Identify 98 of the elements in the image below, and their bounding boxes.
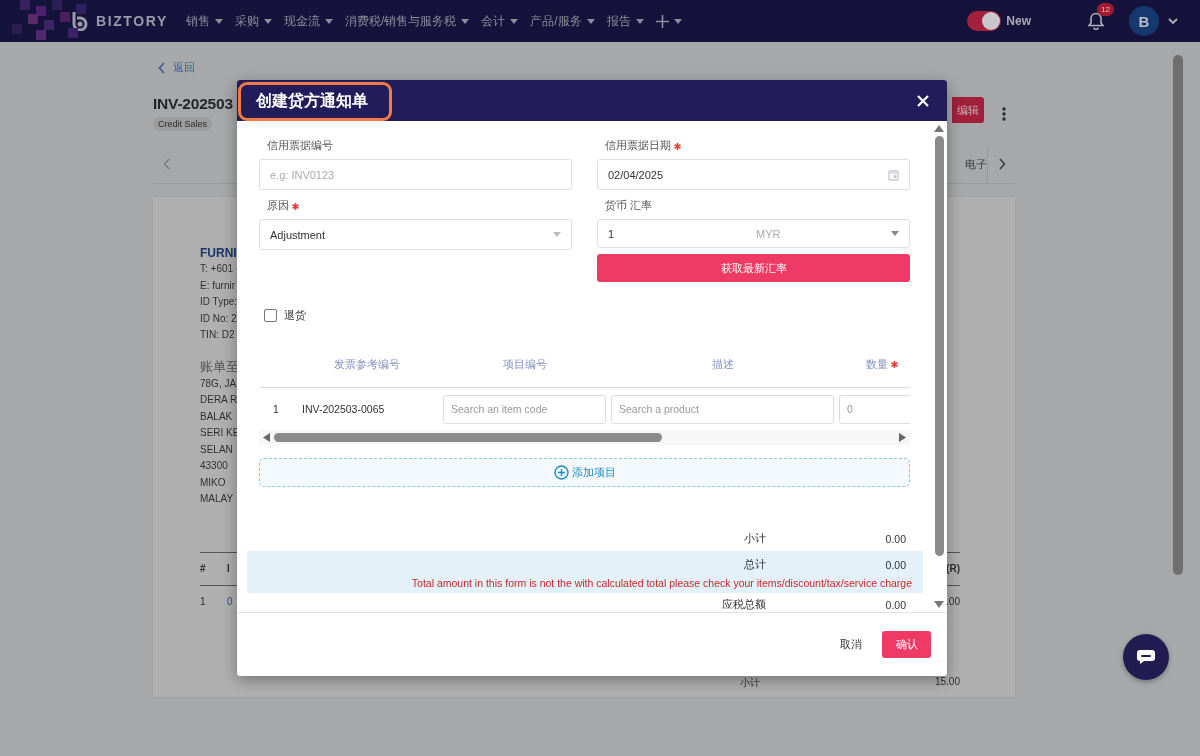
caret-icon — [263, 18, 272, 24]
address-line: SELAN — [200, 442, 233, 457]
chat-icon — [1136, 649, 1156, 665]
field-label: 信用票据编号 — [267, 139, 333, 153]
taxable-total-label: 应税总额 — [721, 598, 766, 612]
table-cell-text: INV-202503-0065 — [301, 403, 386, 415]
address-line: MIKO — [200, 475, 226, 490]
caret-icon — [586, 18, 595, 24]
total-label: 总计 — [743, 558, 766, 572]
chevron-right-icon — [997, 158, 1006, 170]
subtotal-label: 小计 — [739, 675, 760, 690]
subtotal-value: 15.00 — [934, 675, 960, 689]
more-options-icon[interactable] — [1002, 107, 1006, 121]
address-line: BALAK — [200, 409, 233, 424]
menu-item[interactable]: 销售 — [185, 12, 223, 30]
close-icon[interactable] — [917, 94, 929, 107]
user-avatar[interactable]: B — [1129, 6, 1159, 36]
field-label: 原因 — [267, 199, 289, 213]
item-code-field[interactable]: Search an item code — [443, 394, 606, 424]
back-link[interactable]: 返回 — [158, 60, 1015, 75]
chevron-down-icon[interactable] — [1168, 18, 1178, 24]
table-cell: .00 — [946, 596, 960, 607]
scroll-up-icon[interactable] — [934, 125, 944, 132]
menu-item[interactable]: 消费税/销售与服务税 — [344, 12, 470, 30]
total-value: 0.00 — [884, 559, 906, 571]
column-header: 项目编号 — [502, 356, 547, 372]
invoice-title: INV-202503 — [153, 95, 233, 113]
checkbox[interactable] — [264, 309, 277, 322]
menu-item[interactable]: 报告 — [606, 12, 644, 30]
menu-item[interactable]: 产品/服务 — [530, 12, 595, 30]
address-line: MALAY — [200, 492, 234, 506]
menu-item[interactable]: 采购 — [234, 12, 272, 30]
caret-icon — [673, 18, 682, 24]
caret-icon — [461, 18, 470, 24]
back-icon[interactable] — [158, 61, 166, 74]
plus-circle-icon — [553, 465, 569, 480]
caret-icon — [324, 18, 333, 24]
address-line: 43300 — [200, 459, 228, 473]
credit-note-number-field[interactable]: e.g: INV0123 — [259, 159, 572, 190]
field-label: 信用票据日期 — [605, 139, 671, 153]
field-label: 货币 汇率 — [605, 199, 652, 213]
caret-icon — [891, 231, 899, 236]
toggle-label: New — [1006, 14, 1031, 28]
product-field[interactable]: Search a product — [611, 394, 834, 424]
company-name: FURNI — [200, 245, 237, 261]
chat-button[interactable] — [1123, 634, 1169, 680]
column-header: 数量 — [866, 356, 888, 372]
company-detail: T: +601 — [200, 262, 234, 276]
column-header: 发票参考编号 — [333, 356, 400, 372]
address-line: 78G, JA — [200, 376, 237, 391]
caret-icon — [214, 18, 223, 24]
subtotal-value: 0.00 — [884, 533, 906, 545]
currency-rate-field[interactable]: 1 MYR — [597, 219, 910, 248]
company-detail: ID Type: — [200, 295, 238, 309]
taxable-total-value: 0.00 — [884, 599, 906, 611]
notification-badge: 12 — [1097, 3, 1114, 16]
edit-button[interactable]: 编辑 — [952, 97, 984, 123]
confirm-button[interactable]: 确认 — [882, 631, 931, 658]
date-field[interactable]: 02/04/2025 — [597, 159, 910, 190]
add-menu[interactable] — [655, 14, 682, 28]
caret-icon — [553, 232, 561, 237]
reason-dropdown[interactable]: Adjustment — [259, 219, 572, 250]
dialog-title: 创建贷方通知单 — [238, 82, 392, 121]
bill-to-heading: 账单至 — [200, 357, 239, 376]
add-item-button[interactable]: 添加项目 — [259, 458, 910, 487]
quantity-field[interactable]: 0 — [839, 394, 910, 424]
scroll-down-icon[interactable] — [934, 601, 944, 608]
scroll-left-icon[interactable] — [263, 433, 270, 442]
checkbox-label: 退货 — [284, 308, 306, 323]
menu-item[interactable]: 会计 — [481, 12, 519, 30]
caret-icon — [510, 18, 519, 24]
caret-icon — [635, 18, 644, 24]
company-detail: ID No: 2 — [200, 311, 237, 326]
plus-icon — [655, 14, 669, 28]
status-badge: Credit Sales — [153, 117, 213, 131]
bell-icon[interactable] — [1088, 12, 1104, 30]
brand-name: BIZTORY — [96, 13, 168, 29]
warning-text: Total amount in this form is not the with calculated total please check your items/discount/tax/service charge — [410, 577, 913, 591]
column-header: 描述 — [711, 356, 734, 372]
toggle-switch[interactable] — [967, 11, 1002, 31]
company-detail: TIN: D2 — [200, 328, 235, 342]
tab[interactable]: 电子 — [965, 156, 987, 172]
menu-item[interactable]: 现金流 — [283, 12, 333, 30]
subtotal-label: 小计 — [743, 532, 766, 546]
column-header: (R) — [946, 563, 960, 574]
address-line: DERA R — [200, 393, 238, 407]
scroll-right-icon[interactable] — [899, 433, 906, 442]
scrollbar-thumb[interactable] — [934, 136, 944, 556]
table-cell: 0 — [227, 596, 233, 607]
fetch-rate-button[interactable]: 获取最新汇率 — [597, 254, 910, 282]
scrollbar-thumb[interactable] — [274, 433, 662, 442]
column-header: # — [200, 563, 206, 574]
column-header: I — [227, 563, 230, 574]
scrollbar[interactable] — [1173, 55, 1183, 575]
cancel-button[interactable]: 取消 — [840, 637, 862, 652]
table-cell: 1 — [200, 596, 206, 607]
company-detail: E: furnir — [200, 278, 235, 293]
row-number: 1 — [272, 403, 280, 415]
